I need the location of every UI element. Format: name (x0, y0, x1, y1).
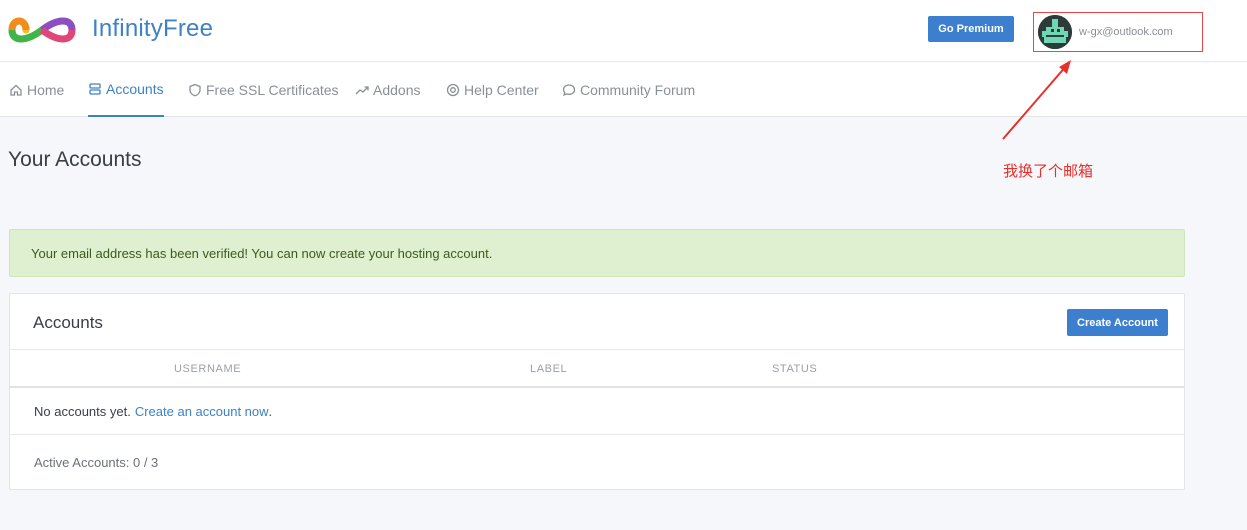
empty-state-row: No accounts yet. Create an account now. (10, 388, 1184, 435)
chat-icon (562, 83, 576, 96)
nav-label: Community Forum (580, 81, 696, 98)
annotation-arrow-icon (1002, 60, 1071, 140)
empty-state-text: No accounts yet. (34, 403, 131, 419)
alert-text: Your email address has been verified! Yo… (31, 245, 493, 261)
nav-item-community-forum[interactable]: Community Forum (562, 62, 695, 117)
page-title: Your Accounts (8, 148, 142, 171)
trend-icon (355, 85, 369, 94)
top-bar: InfinityFree Go Premium w-gx@outlook.com (0, 0, 1247, 62)
user-menu[interactable]: w-gx@outlook.com (1033, 12, 1203, 52)
column-header-label[interactable]: LABEL (530, 363, 567, 375)
nav-label: Help Center (464, 81, 539, 98)
shield-icon (189, 83, 201, 96)
brand-name[interactable]: InfinityFree (92, 15, 213, 43)
column-header-status[interactable]: STATUS (772, 363, 817, 375)
card-header: Accounts Create Account (10, 294, 1184, 350)
nav-label: Free SSL Certificates (206, 81, 339, 98)
user-email: w-gx@outlook.com (1079, 26, 1173, 38)
create-account-link[interactable]: Create an account now (135, 404, 269, 419)
card-title: Accounts (33, 313, 103, 332)
create-account-button[interactable]: Create Account (1067, 309, 1168, 336)
email-verified-alert: Your email address has been verified! Yo… (9, 229, 1185, 277)
avatar[interactable] (1038, 15, 1072, 49)
nav-item-addons[interactable]: Addons (355, 62, 420, 117)
nav-item-accounts[interactable]: Accounts (88, 62, 164, 117)
nav-label: Accounts (106, 80, 164, 97)
nav-item-free-ssl[interactable]: Free SSL Certificates (188, 62, 339, 117)
avatar-pixel-icon (1038, 15, 1072, 49)
infinity-logo-icon[interactable] (8, 11, 76, 49)
accounts-card: Accounts Create Account USERNAME LABEL S… (9, 293, 1185, 490)
server-icon (89, 82, 101, 95)
active-accounts-count: Active Accounts: 0 / 3 (34, 455, 159, 470)
home-icon (10, 84, 22, 96)
empty-state-suffix: . (268, 403, 273, 419)
nav-item-help-center[interactable]: Help Center (446, 62, 539, 117)
column-header-username[interactable]: USERNAME (174, 363, 241, 375)
nav-label: Home (27, 81, 65, 98)
lifebuoy-icon (446, 83, 460, 96)
table-header: USERNAME LABEL STATUS (10, 350, 1184, 388)
nav-item-home[interactable]: Home (9, 62, 64, 117)
go-premium-button[interactable]: Go Premium (928, 16, 1014, 42)
annotation-note: 我换了个邮箱 (1003, 162, 1094, 180)
nav-label: Addons (373, 81, 421, 98)
